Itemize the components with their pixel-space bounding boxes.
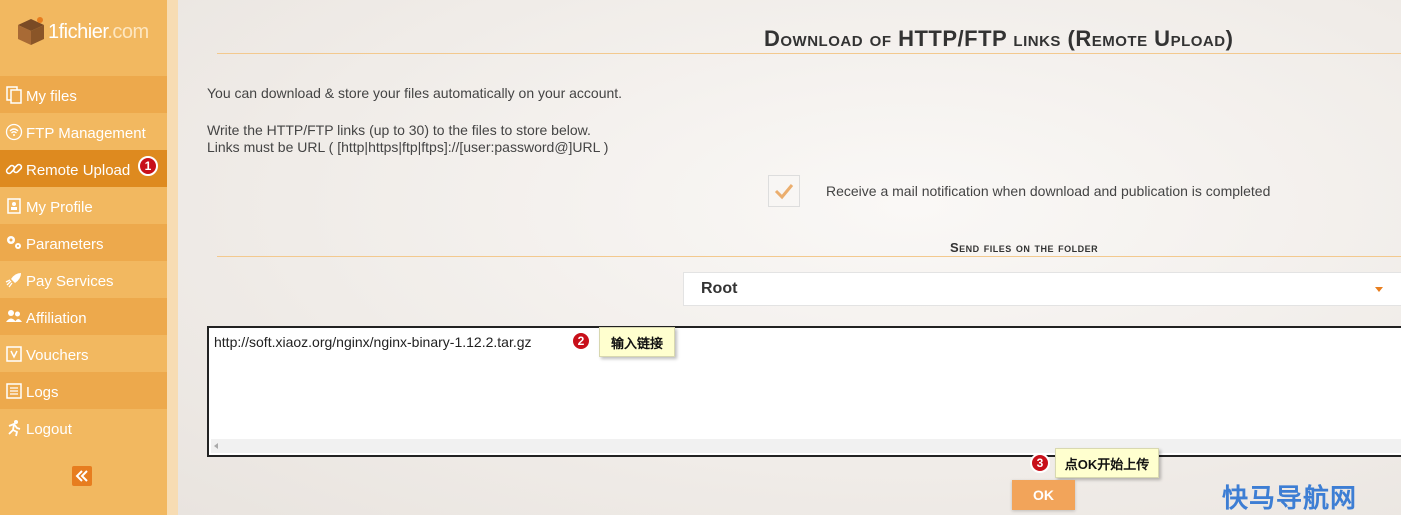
- profile-icon: [4, 196, 24, 216]
- users-icon: [4, 307, 24, 327]
- list-icon: [4, 381, 24, 401]
- mail-notification-checkbox[interactable]: [768, 175, 800, 207]
- sidebar-item-my-files[interactable]: My files: [0, 76, 167, 113]
- sidebar-item-pay-services[interactable]: Pay Services: [0, 261, 167, 298]
- page-title: Download of HTTP/FTP links (Remote Uploa…: [764, 26, 1234, 51]
- step-badge-1: 1: [138, 156, 158, 176]
- title-divider: [217, 53, 1401, 54]
- sidebar-item-label: FTP Management: [26, 125, 146, 142]
- sidebar-item-label: My files: [26, 88, 77, 105]
- sidebar-nav: My files FTP Management Remote Upload 1 …: [0, 76, 167, 446]
- box-logo-icon: [18, 17, 44, 45]
- horizontal-scrollbar[interactable]: [211, 439, 1401, 453]
- instructions-line-1: Write the HTTP/FTP links (up to 30) to t…: [207, 122, 591, 138]
- caret-down-icon: [1375, 287, 1383, 292]
- sidebar-item-label: Vouchers: [26, 347, 89, 364]
- step3-callout: 点OK开始上传: [1055, 448, 1159, 478]
- checkmark-icon: [774, 184, 794, 200]
- folder-select[interactable]: Root: [683, 272, 1401, 306]
- logo-text: 1fichier.com: [48, 20, 149, 43]
- wifi-icon: [4, 122, 24, 142]
- step-badge-2: 2: [571, 331, 591, 351]
- folder-heading: Send files on the folder: [950, 240, 1099, 255]
- sidebar-edge: [167, 0, 178, 515]
- sidebar-item-remote-upload[interactable]: Remote Upload 1: [0, 150, 167, 187]
- links-textarea-value: http://soft.xiaoz.org/nginx/nginx-binary…: [214, 334, 532, 350]
- watermark: 快马导航网: [1222, 484, 1358, 514]
- sidebar-item-label: Affiliation: [26, 310, 87, 327]
- sidebar-item-vouchers[interactable]: Vouchers: [0, 335, 167, 372]
- sidebar-item-label: Logout: [26, 421, 72, 438]
- sidebar-item-my-profile[interactable]: My Profile: [0, 187, 167, 224]
- scroll-left-icon[interactable]: [214, 443, 218, 449]
- gears-icon: [4, 233, 24, 253]
- mail-notification-label[interactable]: Receive a mail notification when downloa…: [826, 183, 1270, 199]
- links-textarea[interactable]: http://soft.xiaoz.org/nginx/nginx-binary…: [207, 326, 1401, 457]
- step-badge-3: 3: [1030, 453, 1050, 473]
- ok-button[interactable]: OK: [1012, 480, 1075, 510]
- sidebar-item-ftp-management[interactable]: FTP Management: [0, 113, 167, 150]
- step2-callout: 输入链接: [599, 327, 675, 357]
- folder-divider: [217, 256, 1401, 257]
- sidebar-item-label: My Profile: [26, 199, 93, 216]
- sidebar: 1fichier.com My files FTP Management Rem…: [0, 0, 167, 515]
- instructions-line-2: Links must be URL ( [http|https|ftp|ftps…: [207, 139, 609, 155]
- intro-text: You can download & store your files auto…: [207, 85, 623, 101]
- link-icon: [4, 159, 24, 179]
- logo[interactable]: 1fichier.com: [14, 12, 164, 52]
- run-icon: [4, 418, 24, 438]
- files-icon: [4, 85, 24, 105]
- sidebar-item-label: Pay Services: [26, 273, 114, 290]
- rocket-icon: [4, 270, 24, 290]
- sidebar-item-label: Logs: [26, 384, 59, 401]
- folder-select-value: Root: [701, 280, 738, 297]
- collapse-sidebar-button[interactable]: [72, 466, 92, 486]
- sidebar-item-affiliation[interactable]: Affiliation: [0, 298, 167, 335]
- sidebar-item-logout[interactable]: Logout: [0, 409, 167, 446]
- sidebar-item-label: Remote Upload: [26, 162, 131, 179]
- sidebar-item-parameters[interactable]: Parameters: [0, 224, 167, 261]
- double-chevron-left-icon: [75, 470, 88, 482]
- voucher-icon: [4, 344, 24, 364]
- sidebar-item-label: Parameters: [26, 236, 104, 253]
- sidebar-item-logs[interactable]: Logs: [0, 372, 167, 409]
